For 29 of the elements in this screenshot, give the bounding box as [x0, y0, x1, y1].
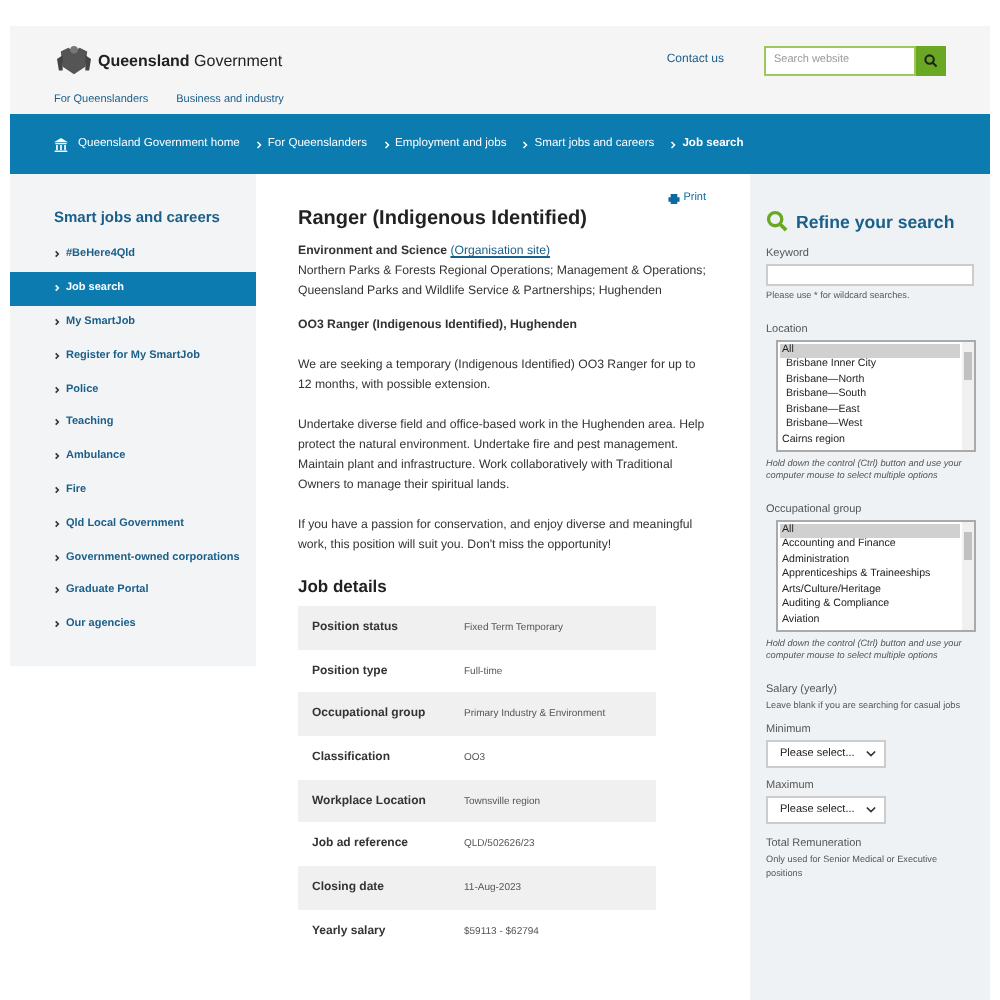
site-logo-text[interactable]: Queensland Government [98, 51, 283, 69]
job-title: Ranger (Indigenous Identified) [298, 208, 589, 230]
chevron-icon [255, 139, 262, 149]
chevron-icon [54, 317, 60, 326]
chevron-icon [54, 284, 60, 293]
section-heading: Job details [298, 576, 389, 596]
chevron-icon [383, 139, 390, 149]
search-button[interactable] [916, 45, 946, 75]
building-icon [54, 137, 68, 151]
chevron-icon [54, 351, 60, 360]
chevron-icon [54, 553, 60, 562]
chevron-icon [54, 250, 60, 259]
panel-title: Refine your search [796, 211, 955, 231]
chevron-icon [670, 139, 677, 149]
chevron-icon [54, 452, 60, 461]
scrollbar[interactable] [962, 521, 974, 629]
keyword-field[interactable] [766, 264, 974, 286]
chevron-icon [54, 586, 60, 595]
chevron-icon [54, 485, 60, 494]
chevron-icon [54, 418, 60, 427]
caret-icon [866, 750, 877, 758]
search-icon [766, 210, 788, 232]
search-icon [924, 53, 938, 67]
chevron-icon [54, 519, 60, 528]
chevron-icon [54, 385, 60, 394]
caret-icon [866, 806, 877, 814]
scrollbar[interactable] [962, 341, 974, 449]
chevron-icon [522, 139, 529, 149]
chevron-icon [54, 620, 60, 629]
